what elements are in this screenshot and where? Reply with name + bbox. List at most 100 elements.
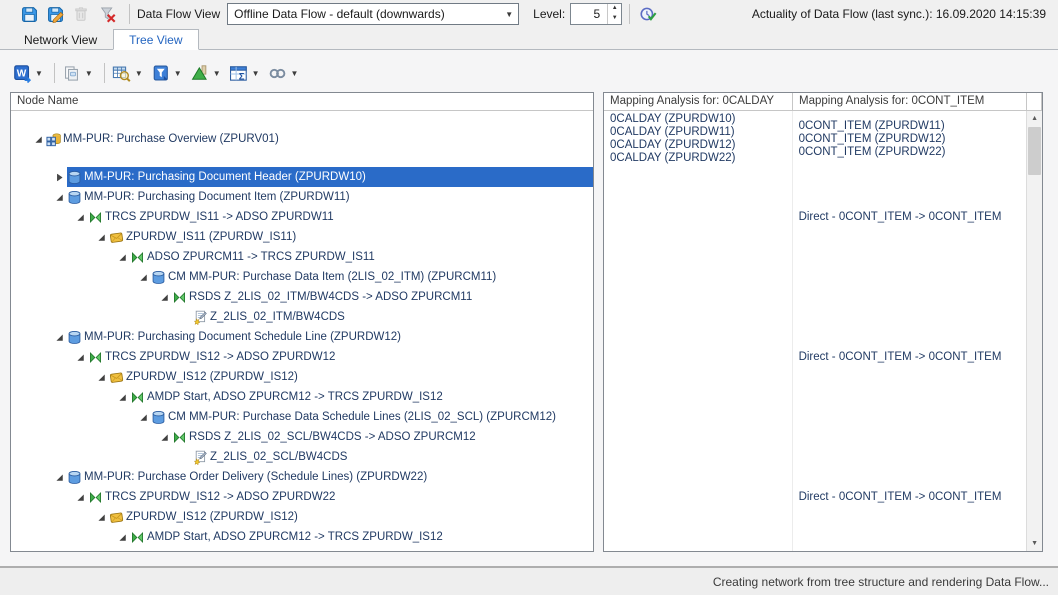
tab-tree-view[interactable]: Tree View <box>113 29 198 50</box>
tree-node[interactable]: ZPURDW_IS12 (ZPURDW_IS12) <box>109 367 593 387</box>
tree-node[interactable]: AMDP Start, ADSO ZPURCM12 -> TRCS ZPURDW… <box>130 527 593 547</box>
dropdown-arrow-icon[interactable]: ▼ <box>135 69 143 78</box>
level-spinner[interactable]: 5 ▲ ▼ <box>570 3 622 25</box>
collapse-toggle-icon[interactable] <box>54 332 64 342</box>
tree-node[interactable]: MM-PUR: Purchasing Document Schedule Lin… <box>67 327 593 347</box>
save-as-button[interactable] <box>44 4 66 24</box>
column-header-node-name[interactable]: Node Name <box>11 93 593 110</box>
tree-structure-button[interactable] <box>188 61 212 85</box>
collapse-toggle-icon[interactable] <box>117 392 127 402</box>
collapse-toggle-icon[interactable] <box>75 352 85 362</box>
tree-row[interactable]: MM-PUR: Purchasing Document Item (ZPURDW… <box>11 187 593 207</box>
tree-row[interactable]: TRCS ZPURDW_IS12 -> ADSO ZPURDW22 <box>11 487 593 507</box>
scroll-down-icon[interactable]: ▼ <box>1027 536 1042 551</box>
data-flow-dropdown[interactable]: Offline Data Flow - default (downwards) … <box>227 3 519 25</box>
chevron-down-icon: ▼ <box>500 10 518 19</box>
collapse-toggle-icon[interactable] <box>96 232 106 242</box>
collapse-toggle-icon[interactable] <box>75 492 85 502</box>
collapse-toggle-icon[interactable] <box>96 512 106 522</box>
dropdown-arrow-icon[interactable]: ▼ <box>213 69 221 78</box>
column-header-cont-item[interactable]: Mapping Analysis for: 0CONT_ITEM <box>793 93 1027 110</box>
filter-button[interactable] <box>149 61 173 85</box>
tree-row[interactable]: ADSO ZPURCM11 -> TRCS ZPURDW_IS11 <box>11 247 593 267</box>
tree-node[interactable]: RSDS Z_2LIS_02_ITM/BW4CDS -> ADSO ZPURCM… <box>172 287 593 307</box>
adso-icon <box>67 470 82 485</box>
table-search-button[interactable] <box>110 61 134 85</box>
tree-node[interactable]: ADSO ZPURCM11 -> TRCS ZPURDW_IS11 <box>130 247 593 267</box>
dropdown-arrow-icon[interactable]: ▼ <box>35 69 43 78</box>
adso-icon <box>67 190 82 205</box>
tree-node[interactable]: TRCS ZPURDW_IS11 -> ADSO ZPURDW11 <box>88 207 593 227</box>
tree-node[interactable]: CM MM-PUR: Purchase Data Item (2LIS_02_I… <box>151 267 593 287</box>
expand-toggle-icon[interactable] <box>54 172 64 182</box>
tree-row[interactable]: MM-PUR: Purchasing Document Header (ZPUR… <box>11 167 593 187</box>
tree-row[interactable]: CM MM-PUR: Purchase Data Item (2LIS_02_I… <box>11 267 593 287</box>
calday-cell <box>604 347 792 367</box>
collapse-toggle-icon[interactable] <box>54 192 64 202</box>
tree-node[interactable]: Z_2LIS_02_ITM/BW4CDS <box>193 307 593 327</box>
tree-row[interactable]: RSDS Z_2LIS_02_SCL/BW4CDS -> ADSO ZPURCM… <box>11 427 593 447</box>
clock-check-icon[interactable] <box>637 4 659 24</box>
infosource-icon <box>109 230 124 245</box>
status-text: Creating network from tree structure and… <box>713 575 1049 589</box>
collapse-toggle-icon[interactable] <box>54 472 64 482</box>
tree-row[interactable]: Z_2LIS_02_ITM/BW4CDS <box>11 307 593 327</box>
tree-node-selected[interactable]: MM-PUR: Purchasing Document Header (ZPUR… <box>67 167 593 187</box>
tree-node[interactable]: ZPURDW_IS12 (ZPURDW_IS12) <box>109 507 593 527</box>
dropdown-arrow-icon[interactable]: ▼ <box>252 69 260 78</box>
copy-document-button[interactable] <box>60 61 84 85</box>
vertical-scrollbar[interactable]: ▲ ▼ <box>1026 111 1042 551</box>
tree-row[interactable]: AMDP Start, ADSO ZPURCM12 -> TRCS ZPURDW… <box>11 387 593 407</box>
column-header-calday[interactable]: Mapping Analysis for: 0CALDAY <box>604 93 793 110</box>
tree-row[interactable]: MM-PUR: Purchase Overview (ZPURV01) <box>11 111 593 167</box>
tree-node[interactable]: MM-PUR: Purchase Overview (ZPURV01) <box>46 111 593 167</box>
data-flow-view-label: Data Flow View <box>137 7 220 21</box>
dropdown-arrow-icon[interactable]: ▼ <box>85 69 93 78</box>
collapse-toggle-icon[interactable] <box>138 272 148 282</box>
collapse-toggle-icon[interactable] <box>159 292 169 302</box>
collapse-toggle-icon[interactable] <box>117 532 127 542</box>
tree-row[interactable]: ZPURDW_IS12 (ZPURDW_IS12) <box>11 367 593 387</box>
collapse-toggle-icon[interactable] <box>117 252 127 262</box>
collapse-toggle-icon[interactable] <box>159 432 169 442</box>
tree-node[interactable]: RSDS Z_2LIS_02_SCL/BW4CDS -> ADSO ZPURCM… <box>172 427 593 447</box>
discard-changes-button[interactable] <box>96 4 118 24</box>
tree-node[interactable]: TRCS ZPURDW_IS12 -> ADSO ZPURDW12 <box>88 347 593 367</box>
collapse-toggle-icon[interactable] <box>33 134 43 144</box>
tree-node[interactable]: MM-PUR: Purchasing Document Item (ZPURDW… <box>67 187 593 207</box>
tab-network-view[interactable]: Network View <box>8 29 113 50</box>
adso-icon <box>67 170 82 185</box>
collapse-toggle-icon[interactable] <box>75 212 85 222</box>
tree-row[interactable]: RSDS Z_2LIS_02_ITM/BW4CDS -> ADSO ZPURCM… <box>11 287 593 307</box>
scroll-up-icon[interactable]: ▲ <box>1027 111 1042 126</box>
tree-node[interactable]: AMDP Start, ADSO ZPURCM12 -> TRCS ZPURDW… <box>130 387 593 407</box>
tree-node[interactable]: TRCS ZPURDW_IS12 -> ADSO ZPURDW22 <box>88 487 593 507</box>
tree-row[interactable]: TRCS ZPURDW_IS12 -> ADSO ZPURDW12 <box>11 347 593 367</box>
dropdown-arrow-icon[interactable]: ▼ <box>174 69 182 78</box>
table-sum-button[interactable]: Σ <box>227 61 251 85</box>
mapping-value: 0CONT_ITEM (ZPURDW12) <box>799 133 1026 146</box>
collapse-toggle-icon[interactable] <box>96 372 106 382</box>
word-export-button[interactable]: W <box>10 61 34 85</box>
tree-row[interactable]: ZPURDW_IS12 (ZPURDW_IS12) <box>11 507 593 527</box>
tree-row[interactable]: AMDP Start, ADSO ZPURCM12 -> TRCS ZPURDW… <box>11 527 593 547</box>
tree-node[interactable]: Z_2LIS_02_SCL/BW4CDS <box>193 447 593 467</box>
collapse-toggle-icon[interactable] <box>138 412 148 422</box>
save-button[interactable] <box>18 4 40 24</box>
dropdown-arrow-icon[interactable]: ▼ <box>291 69 299 78</box>
calday-column: 0CALDAY (ZPURDW10)0CALDAY (ZPURDW11)0CAL… <box>604 111 793 551</box>
tree-row[interactable]: CM MM-PUR: Purchase Data Schedule Lines … <box>11 407 593 427</box>
link-chain-button[interactable] <box>266 61 290 85</box>
tree-node[interactable]: MM-PUR: Purchase Order Delivery (Schedul… <box>67 467 593 487</box>
tree-row[interactable]: ZPURDW_IS11 (ZPURDW_IS11) <box>11 227 593 247</box>
tree-row[interactable]: TRCS ZPURDW_IS11 -> ADSO ZPURDW11 <box>11 207 593 227</box>
tree-row[interactable]: MM-PUR: Purchasing Document Schedule Lin… <box>11 327 593 347</box>
spinner-down-icon[interactable]: ▼ <box>608 14 621 24</box>
tree-row[interactable]: MM-PUR: Purchase Order Delivery (Schedul… <box>11 467 593 487</box>
tree-node-label: ZPURDW_IS11 (ZPURDW_IS11) <box>126 231 296 243</box>
tree-row[interactable]: Z_2LIS_02_SCL/BW4CDS <box>11 447 593 467</box>
scrollbar-thumb[interactable] <box>1028 127 1041 175</box>
tree-node[interactable]: CM MM-PUR: Purchase Data Schedule Lines … <box>151 407 593 427</box>
spinner-up-icon[interactable]: ▲ <box>608 4 621 14</box>
tree-node[interactable]: ZPURDW_IS11 (ZPURDW_IS11) <box>109 227 593 247</box>
